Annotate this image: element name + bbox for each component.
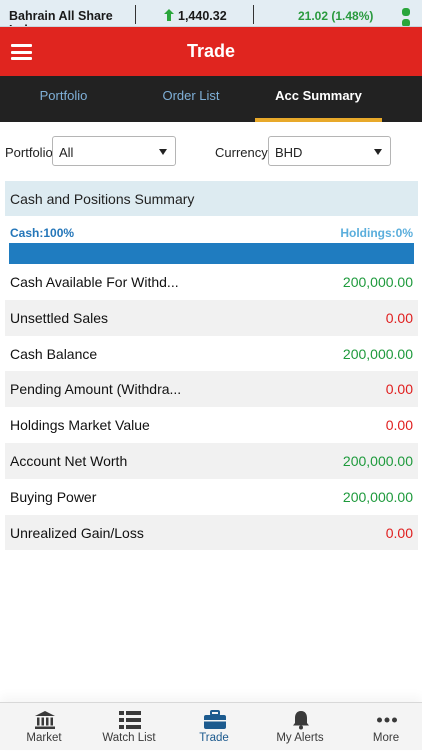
bell-icon [293,711,309,730]
tab-acc-summary[interactable]: Acc Summary [255,76,382,122]
list-item: Buying Power 200,000.00 [5,479,418,515]
index-ticker[interactable]: Bahrain All Share Index 1,440.32 21.02 (… [0,0,422,27]
currency-select[interactable]: BHD [268,136,391,166]
row-value: 200,000.00 [342,345,413,362]
row-label: Account Net Worth [10,452,128,469]
nav-more[interactable]: More [344,703,422,751]
nav-my-alerts[interactable]: My Alerts [258,703,342,751]
list-item: Unsettled Sales 0.00 [5,299,418,336]
row-value: 200,000.00 [342,452,413,469]
currency-label: Currency [215,145,268,160]
nav-market[interactable]: Market [2,703,86,751]
nav-watch-list[interactable]: Watch List [87,703,171,751]
list-item: Unrealized Gain/Loss 0.00 [5,514,418,551]
row-label: Unrealized Gain/Loss [10,524,144,541]
more-dots-icon [377,717,397,723]
app-header: Trade [0,27,422,76]
up-arrow-icon [164,9,174,21]
cash-allocation-fill [9,243,414,264]
row-value: 200,000.00 [342,488,413,505]
portfolio-select-value: All [59,145,74,160]
row-value: 0.00 [385,524,413,541]
chevron-down-icon [374,149,382,155]
list-item: Cash Balance 200,000.00 [5,336,418,372]
chevron-down-icon [159,149,167,155]
index-value: 1,440.32 [178,9,227,23]
active-tab-indicator [255,118,382,122]
tab-order-list[interactable]: Order List [127,76,255,122]
nav-label: Watch List [102,732,156,744]
holdings-percent-label: Holdings:0% [340,226,413,240]
allocation-labels: Cash:100% Holdings:0% [5,226,418,240]
tab-label: Acc Summary [275,88,362,103]
row-label: Holdings Market Value [10,417,150,434]
summary-list: Cash Available For Withd... 200,000.00 U… [5,264,418,551]
tab-label: Portfolio [39,88,88,103]
portfolio-select[interactable]: All [52,136,176,166]
row-value: 0.00 [385,309,413,326]
trade-tabs: Portfolio Order List Acc Summary [0,76,422,122]
briefcase-icon [204,710,226,729]
row-label: Pending Amount (Withdra... [10,381,182,398]
ticker-divider [135,5,136,24]
row-label: Unsettled Sales [10,309,109,326]
ticker-more-icon[interactable] [402,8,412,26]
tab-label: Order List [162,88,220,103]
nav-label: Trade [199,732,229,744]
row-label: Cash Balance [10,345,98,362]
row-value: 0.00 [385,417,413,434]
currency-select-value: BHD [275,145,303,160]
nav-label: My Alerts [276,732,324,744]
tab-portfolio[interactable]: Portfolio [0,76,127,122]
index-change: 21.02 (1.48%) [298,9,374,23]
list-item: Cash Available For Withd... 200,000.00 [5,264,418,300]
list-item: Account Net Worth 200,000.00 [5,442,418,479]
list-icon [119,711,141,729]
row-value: 200,000.00 [342,274,413,290]
page-title: Trade [186,41,236,61]
row-label: Buying Power [10,488,97,505]
nav-trade[interactable]: Trade [172,703,256,751]
cash-percent-label: Cash:100% [10,226,75,240]
allocation-bar [9,243,414,264]
filters-bar: Portfolio All Currency BHD [0,136,422,168]
bottom-nav: Market Watch List Trade My Alerts More [0,702,422,750]
nav-label: More [372,732,400,744]
bank-building-icon [35,711,55,729]
list-item: Pending Amount (Withdra... 0.00 [5,371,418,408]
portfolio-label: Portfolio [5,145,53,160]
section-title: Cash and Positions Summary [5,181,418,216]
row-label: Cash Available For Withd... [10,274,179,290]
index-name: Bahrain All Share Index [9,9,113,26]
row-value: 0.00 [385,381,413,398]
nav-label: Market [26,732,62,744]
ticker-divider [253,5,254,24]
list-item: Holdings Market Value 0.00 [5,407,418,443]
